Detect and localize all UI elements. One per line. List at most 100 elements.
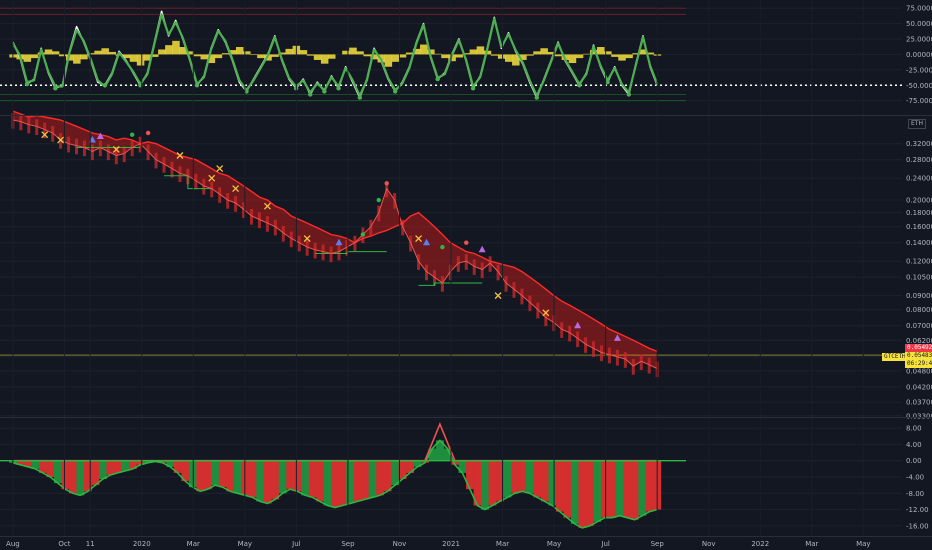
oscillator-histogram-bar [257, 54, 265, 59]
histogram-bar [518, 460, 527, 492]
oscillator-histogram-bar [434, 53, 442, 55]
oscillator-histogram-bar [582, 53, 591, 55]
oscillator-histogram-bar [271, 54, 279, 57]
time-tick-label: 2021 [442, 540, 460, 548]
price-y-tick-label: 0.20000 [906, 197, 932, 205]
histogram-bar [293, 460, 302, 492]
oscillator-histogram-bar [73, 54, 81, 64]
histogram-bar [563, 460, 572, 518]
oscillator-signal-dot [357, 95, 363, 100]
histogram-bar [615, 460, 624, 516]
histogram-bar [338, 460, 347, 506]
time-tick-label: Sep [651, 540, 665, 548]
oscillator-histogram-bar [306, 54, 315, 56]
time-tick-label: May [238, 540, 252, 548]
histogram-bar [608, 460, 617, 518]
oscillator-signal-dot [470, 86, 476, 91]
oscillator-histogram-bar [235, 47, 244, 55]
histogram-bar [301, 460, 310, 496]
oscillator-histogram-bar [526, 54, 534, 56]
oscillator-histogram-bar [129, 54, 138, 62]
histogram-bar [46, 460, 55, 477]
oscillator-histogram-bar [554, 54, 563, 57]
time-tick-label: Aug [6, 540, 20, 548]
histogram-bar [286, 460, 295, 490]
histogram-bar [353, 460, 362, 502]
histogram-bar [91, 460, 100, 486]
oscillator-signal-dot [24, 81, 30, 87]
oscillator-histogram-bar [30, 54, 39, 59]
time-tick-label: Mar [496, 540, 509, 548]
oscillator-histogram-bar [94, 50, 102, 55]
histogram-bar [600, 460, 609, 518]
hist-y-tick-label: 8.00 [906, 425, 922, 433]
oscillator-signal-dot [322, 89, 327, 94]
signal-dot-marker [376, 197, 381, 203]
time-tick-label: Nov [393, 540, 407, 548]
hist-y-tick-label: 4.00 [906, 441, 922, 449]
histogram-bar [570, 460, 579, 524]
histogram-bar [218, 460, 227, 488]
price-y-tick-label: 0.04800 [906, 367, 932, 375]
oscillator-histogram-bar [420, 44, 428, 55]
histogram-bar [526, 460, 534, 494]
time-tick-label: Jul [600, 540, 610, 548]
oscillator-signal-dot [626, 92, 632, 97]
chart-canvas[interactable]: 75.00000 50.00000 25.00000 0.00000 -25.00000… [0, 0, 932, 550]
oscillator-histogram-bar [313, 54, 322, 60]
bar-countdown-label: 06:29:43 [905, 360, 932, 368]
osc-y-tick-label: -25.00000 [906, 66, 932, 74]
price-y-tick-label: 0.04200 [906, 383, 932, 391]
oscillator-histogram-bar [349, 47, 357, 55]
hist-y-tick-label: 0.00 [906, 457, 922, 465]
hist-y-tick-label: -12.00 [906, 506, 929, 514]
histogram-bar [54, 460, 62, 484]
oscillator-histogram-bar [384, 54, 393, 67]
oscillator-histogram-bar [625, 54, 633, 59]
histogram-bar [278, 460, 287, 494]
oscillator-signal-dot [435, 76, 440, 82]
oscillator-histogram-bar [455, 54, 463, 58]
histogram-bar [256, 460, 265, 502]
oscillator-histogram-bar [391, 54, 400, 62]
histogram-bar [361, 460, 369, 500]
histogram-bar [233, 460, 242, 494]
oscillator-histogram-bar [540, 48, 548, 55]
time-tick-label: 2020 [133, 540, 151, 548]
oscillator-histogram-bar [101, 48, 109, 55]
histogram-bar [248, 460, 257, 498]
oscillator-histogram-bar [23, 54, 32, 62]
histogram-bar [578, 460, 587, 528]
histogram-bar [638, 460, 647, 516]
oscillator-signal-dot [393, 89, 398, 94]
histogram-bar [645, 460, 654, 512]
price-y-tick-label: 0.08000 [906, 306, 932, 314]
hist-y-tick-label: -16.00 [906, 522, 929, 530]
price-y-tick-label: 0.24000 [906, 175, 932, 183]
histogram-bar [623, 460, 632, 518]
signal-dot-marker [464, 240, 469, 245]
histogram-bar [106, 460, 115, 475]
oscillator-signal-dot [534, 95, 540, 100]
histogram-bar [503, 460, 512, 498]
oscillator-signal-dot [53, 86, 58, 91]
osc-y-tick-label: 0.00000 [906, 51, 932, 59]
oscillator-histogram-bar [172, 40, 180, 55]
oscillator-signal-dot [194, 83, 200, 88]
osc-y-tick-label: 25.00000 [906, 36, 932, 44]
histogram-bar [488, 460, 497, 506]
oscillator-histogram-bar [221, 53, 230, 55]
signal-dot-marker [129, 132, 135, 137]
histogram-bar [316, 460, 325, 502]
oscillator-histogram-bar [497, 54, 506, 59]
histogram-bar [555, 460, 564, 512]
histogram-bar [346, 460, 355, 504]
hist-y-tick-label: -4.00 [906, 474, 924, 482]
oscillator-histogram-bar [58, 54, 67, 57]
histogram-bar [481, 460, 489, 510]
histogram-bar [511, 460, 519, 494]
price-label-upper: 0.05492 [905, 344, 932, 352]
oscillator-histogram-bar [568, 54, 577, 64]
oscillator-signal-dot [577, 83, 582, 88]
histogram-bar [61, 460, 70, 490]
